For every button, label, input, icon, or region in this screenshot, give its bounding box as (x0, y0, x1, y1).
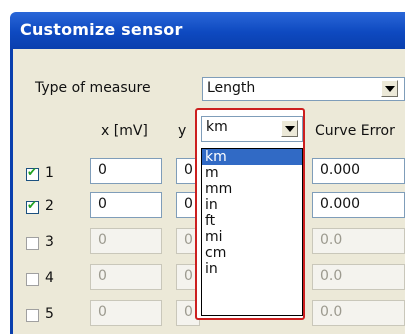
row-3-curve-error-field[interactable]: 0.0 (312, 228, 405, 254)
row-2-label: 2 (45, 198, 54, 214)
row-1-x-field[interactable]: 0 (90, 158, 162, 184)
row-4-x-field[interactable]: 0 (90, 264, 162, 290)
window-title: Customize sensor (20, 20, 183, 39)
row-3-checkbox[interactable] (26, 237, 39, 250)
row-5-checkbox[interactable] (26, 309, 39, 322)
chevron-down-icon[interactable] (281, 120, 298, 137)
title-bar[interactable]: Customize sensor (10, 12, 405, 49)
type-of-measure-label: Type of measure (35, 80, 151, 96)
row-5-curve-error-field[interactable]: 0.0 (312, 300, 405, 326)
x-column-header: x [mV] (101, 123, 148, 139)
row-5-x-field[interactable]: 0 (90, 300, 162, 326)
unit-option-km[interactable]: km (202, 149, 302, 165)
row-1-label: 1 (45, 165, 54, 181)
check-icon: ✔ (27, 198, 38, 212)
row-1-checkbox[interactable]: ✔ (26, 165, 39, 181)
chevron-down-icon[interactable] (381, 80, 398, 97)
check-icon: ✔ (27, 165, 38, 179)
y-column-header: y (178, 123, 187, 139)
row-1-curve-error-field[interactable]: 0.000 (312, 158, 405, 184)
unit-option-cm[interactable]: cm (202, 245, 302, 261)
row-3-x-field[interactable]: 0 (90, 228, 162, 254)
unit-option-m[interactable]: m (202, 165, 302, 181)
curve-error-column-header: Curve Error (315, 123, 395, 139)
type-of-measure-combo[interactable]: Length (202, 77, 405, 101)
unit-option-in-2[interactable]: in (202, 261, 302, 277)
type-of-measure-value: Length (207, 80, 256, 96)
unit-combo[interactable]: km (201, 116, 303, 142)
unit-value: km (206, 119, 228, 135)
row-2-checkbox[interactable]: ✔ (26, 198, 39, 214)
unit-options-list: km m mm in ft mi cm in (201, 148, 303, 316)
unit-option-in[interactable]: in (202, 197, 302, 213)
row-4-curve-error-field[interactable]: 0.0 (312, 264, 405, 290)
unit-option-mm[interactable]: mm (202, 181, 302, 197)
customize-sensor-window: Customize sensor Type of measure Length … (0, 0, 405, 334)
row-3-label: 3 (45, 234, 54, 250)
row-4-label: 4 (45, 270, 54, 286)
row-2-curve-error-field[interactable]: 0.000 (312, 192, 405, 218)
row-4-checkbox[interactable] (26, 273, 39, 286)
row-2-x-field[interactable]: 0 (90, 192, 162, 218)
unit-option-ft[interactable]: ft (202, 213, 302, 229)
unit-option-mi[interactable]: mi (202, 229, 302, 245)
row-5-label: 5 (45, 306, 54, 322)
